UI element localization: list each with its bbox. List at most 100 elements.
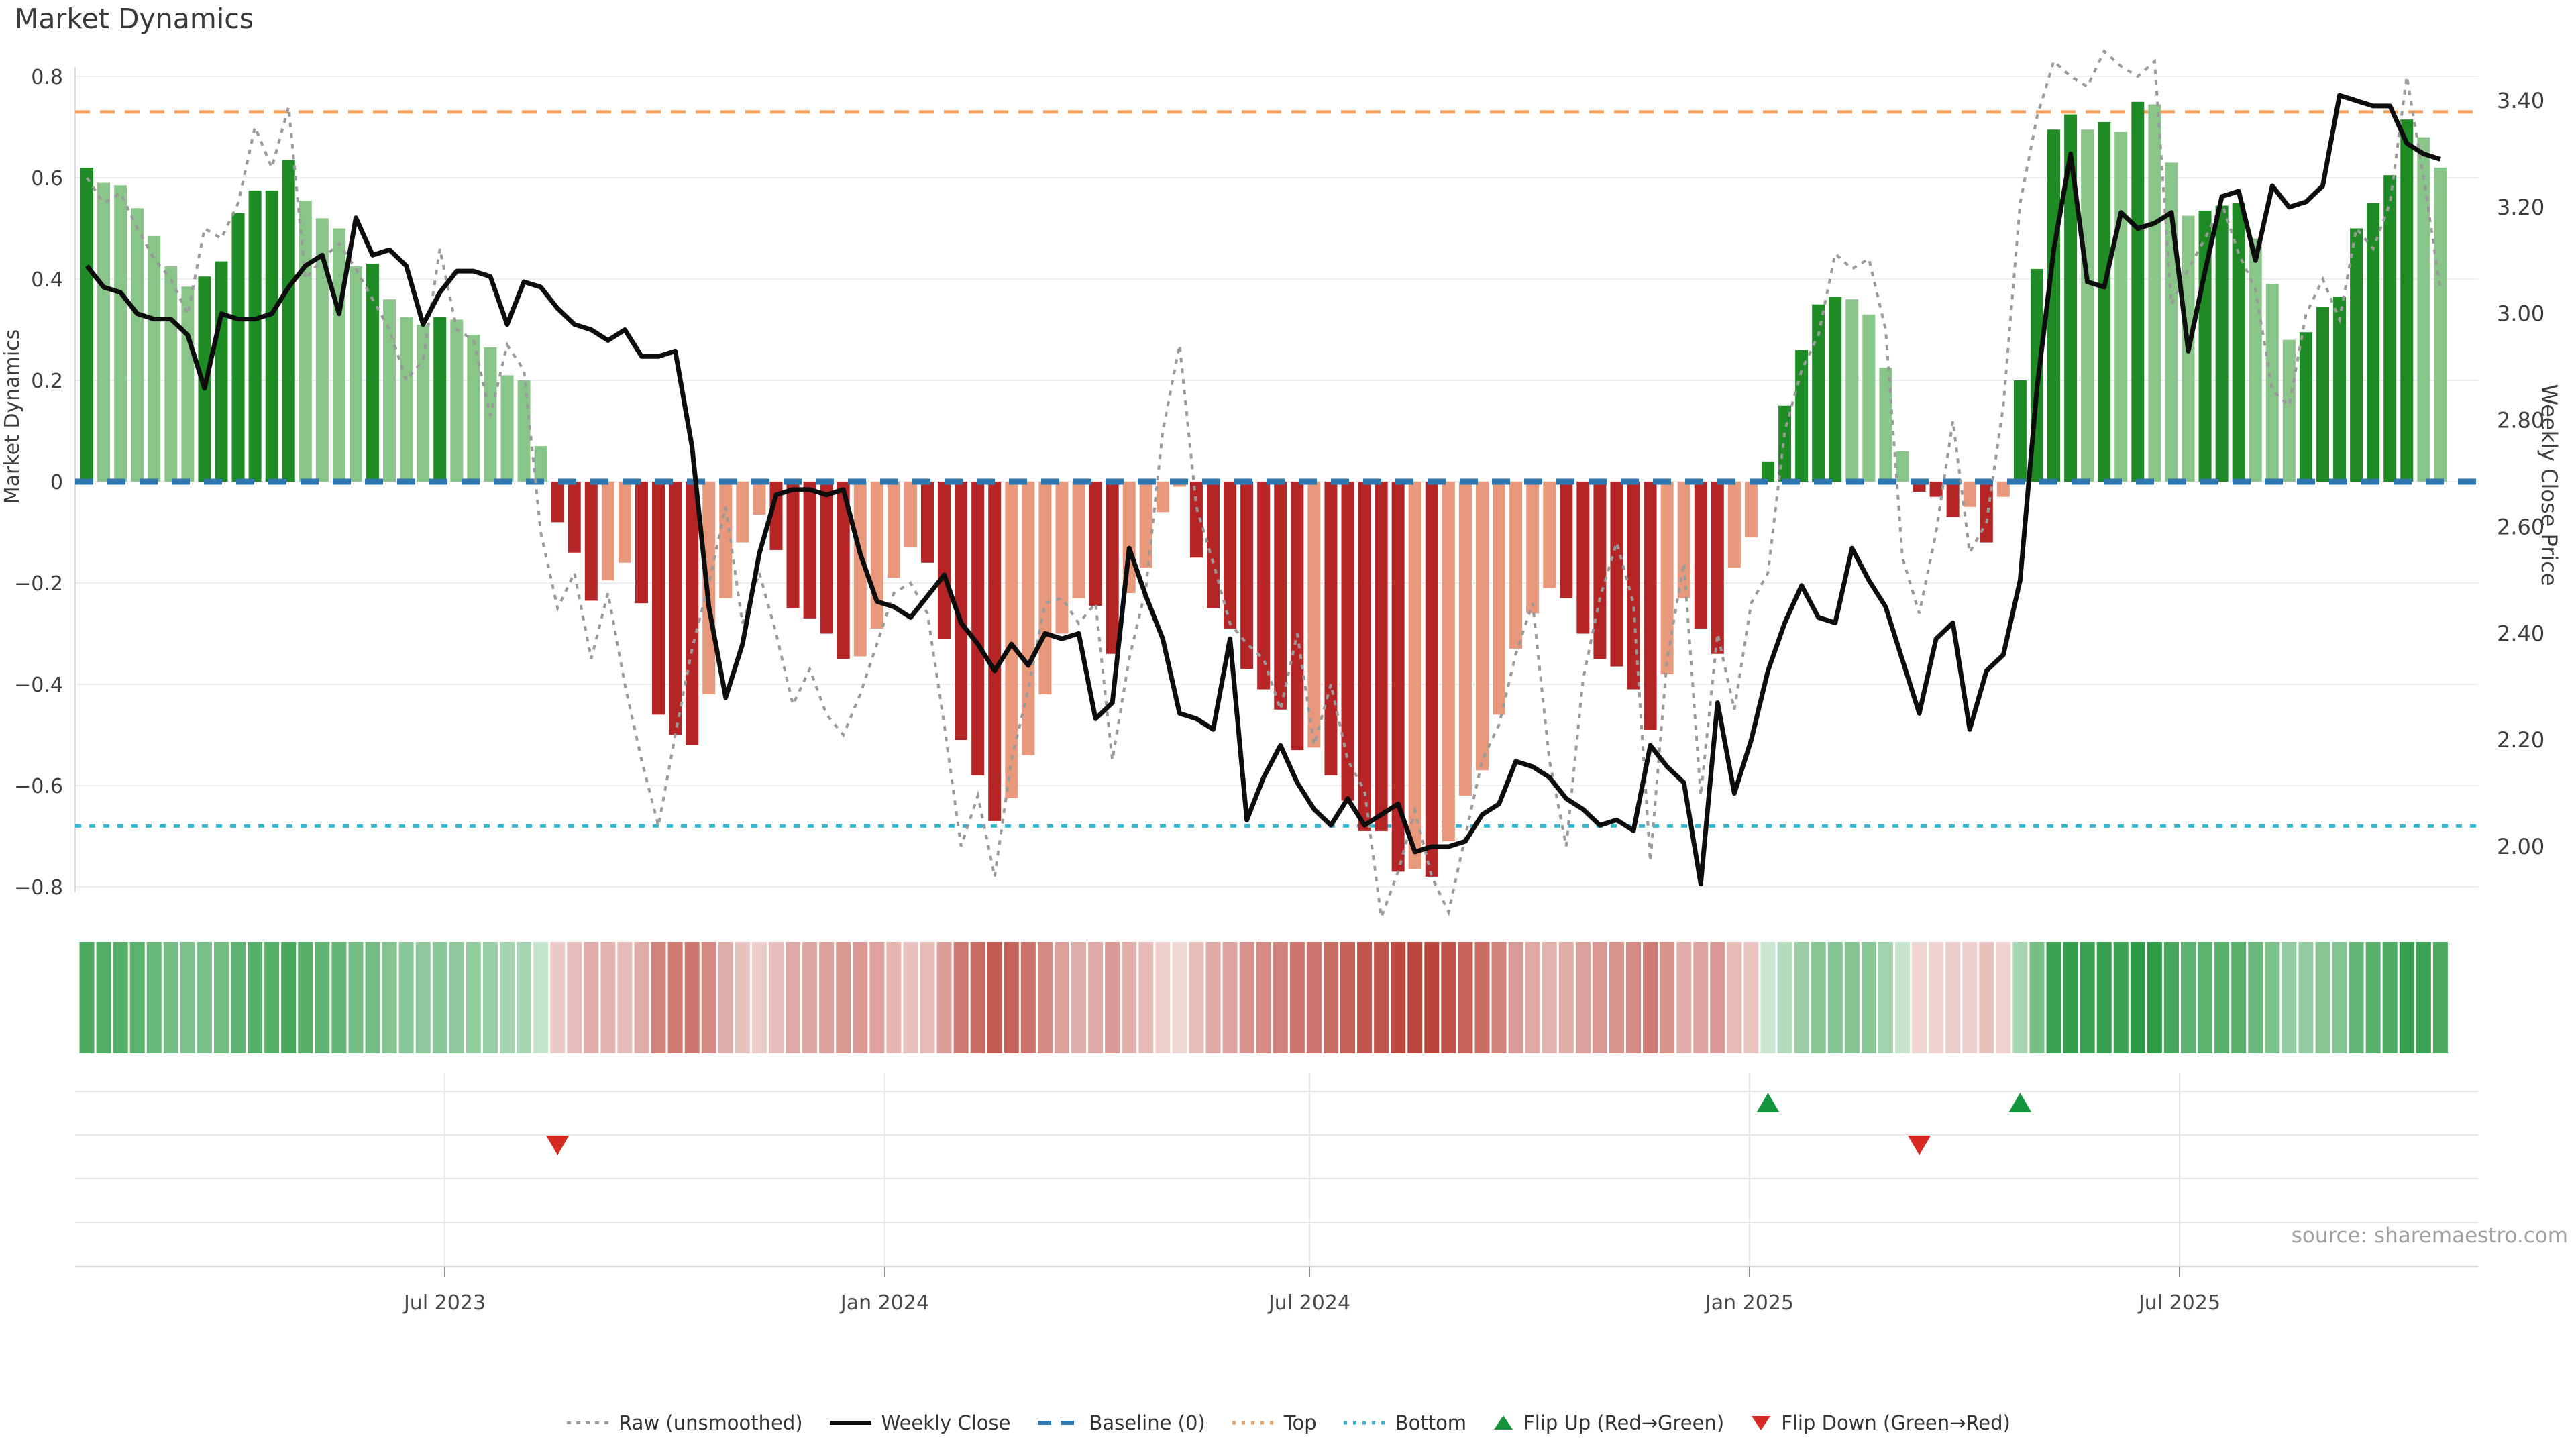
heatmap-cell [533, 942, 548, 1053]
dynamics-bar [1845, 299, 1858, 482]
heatmap-cell [2012, 942, 2027, 1053]
heatmap-cell [331, 942, 346, 1053]
heatmap-cell [1290, 942, 1305, 1053]
heatmap-cell [2282, 942, 2296, 1053]
heatmap-cell [869, 942, 884, 1053]
heatmap-cell [1407, 942, 1422, 1053]
screenshot-root: 0.80.60.40.20−0.2−0.4−0.6−0.83.403.203.0… [0, 0, 2576, 1449]
legend-label: Flip Up (Red→Green) [1523, 1411, 1724, 1434]
dynamics-bar [753, 482, 765, 515]
heatmap-cell [617, 942, 632, 1053]
legend-item-flip-up: Flip Up (Red→Green) [1492, 1411, 1724, 1434]
heatmap-cell [550, 942, 565, 1053]
heatmap-cell [1710, 942, 1725, 1053]
heatmap-cell [1256, 942, 1271, 1053]
heatmap-cell [2198, 942, 2212, 1053]
heatmap-cell [1660, 942, 1674, 1053]
heatmap-cell [2164, 942, 2179, 1053]
dynamics-bar [2367, 203, 2379, 482]
dynamics-bar [2283, 340, 2296, 482]
heatmap-cell [281, 942, 296, 1053]
legend-label: Top [1284, 1411, 1317, 1434]
flip-down-marker [546, 1136, 569, 1155]
dynamics-bar [1947, 482, 1960, 517]
dynamics-bar [1224, 482, 1236, 629]
dynamics-bar [2400, 119, 2413, 482]
flip-down-marker [1908, 1136, 1931, 1155]
heatmap-cell [1609, 942, 1624, 1053]
left-tick-label: −0.2 [14, 572, 63, 596]
dynamics-bar [1812, 305, 1825, 482]
heatmap-cell [2029, 942, 2044, 1053]
dynamics-bar [518, 380, 531, 482]
heatmap-cell [130, 942, 145, 1053]
heatmap-cell [382, 942, 397, 1053]
dynamics-bar [535, 446, 547, 482]
dynamics-bar [2266, 284, 2279, 482]
dynamics-bar [266, 191, 278, 482]
heatmap-cell [1643, 942, 1658, 1053]
dynamics-bar [2383, 175, 2396, 482]
heatmap-cell [517, 942, 531, 1053]
heatmap-cell [1138, 942, 1153, 1053]
legend-item-flip-down: Flip Down (Green→Red) [1750, 1411, 2010, 1434]
heatmap-cell [2181, 942, 2196, 1053]
dynamics-bar [148, 236, 160, 482]
heatmap-cell [1155, 942, 1170, 1053]
left-tick-label: 0.4 [31, 268, 63, 292]
flip-down-icon [1750, 1413, 1772, 1433]
heatmap-cell [1273, 942, 1288, 1053]
heatmap-cell [264, 942, 279, 1053]
x-tick-label: Jul 2025 [2137, 1291, 2220, 1315]
dynamics-bar [1089, 482, 1102, 606]
dynamics-bar [1661, 482, 1674, 674]
legend-item-raw: Raw (unsmoothed) [566, 1411, 802, 1434]
source-credit: source: sharemaestro.com [2292, 1224, 2568, 1248]
dynamics-bar [635, 482, 648, 603]
dynamics-bar [1930, 482, 1943, 497]
dynamics-bar [1257, 482, 1270, 690]
heatmap-cell [685, 942, 700, 1053]
legend-item-baseline: Baseline (0) [1036, 1411, 1205, 1434]
dynamics-bar [1862, 315, 1875, 482]
heatmap-cell [1576, 942, 1591, 1053]
left-tick-label: −0.8 [14, 876, 63, 900]
dynamics-bar [1055, 482, 1068, 634]
heatmap-cell [1509, 942, 1523, 1053]
heatmap-cell [584, 942, 598, 1053]
dynamics-bar [2098, 122, 2110, 482]
heatmap-cell [600, 942, 615, 1053]
heatmap-cell [315, 942, 329, 1053]
dynamics-bar [2350, 229, 2363, 482]
heatmap-cell [1223, 942, 1238, 1053]
dynamics-bar [1695, 482, 1707, 629]
heatmap-cell [1340, 942, 1355, 1053]
right-axis-label: Weekly Close Price [2534, 358, 2562, 612]
dynamics-bar [2316, 307, 2329, 482]
dynamics-bar [2114, 132, 2127, 482]
heatmap-cell [80, 942, 95, 1053]
heatmap-cell [500, 942, 515, 1053]
dynamics-bar [2216, 206, 2229, 482]
dynamics-bar [1728, 482, 1741, 568]
heatmap-cell [1071, 942, 1086, 1053]
dynamics-bar [1358, 482, 1371, 831]
dynamics-bar [1375, 482, 1388, 831]
dynamics-bar [2014, 380, 2027, 482]
legend-label: Raw (unsmoothed) [619, 1411, 802, 1434]
x-tick-label: Jan 2025 [1704, 1291, 1794, 1315]
dynamics-bar [1509, 482, 1522, 649]
dynamics-bar [585, 482, 598, 600]
x-tick-label: Jul 2023 [402, 1291, 486, 1315]
flip-up-marker [1757, 1093, 1780, 1112]
heatmap-cell [466, 942, 481, 1053]
heatmap-cell [1055, 942, 1069, 1053]
dynamics-bar [1476, 482, 1489, 770]
right-tick-label: 3.40 [2497, 88, 2544, 113]
heatmap-cell [1778, 942, 1792, 1053]
heatmap-cell [1676, 942, 1691, 1053]
dynamics-bar [80, 168, 93, 482]
heatmap-cell [366, 942, 380, 1053]
heatmap-cell [348, 942, 363, 1053]
dynamics-bar [652, 482, 665, 714]
